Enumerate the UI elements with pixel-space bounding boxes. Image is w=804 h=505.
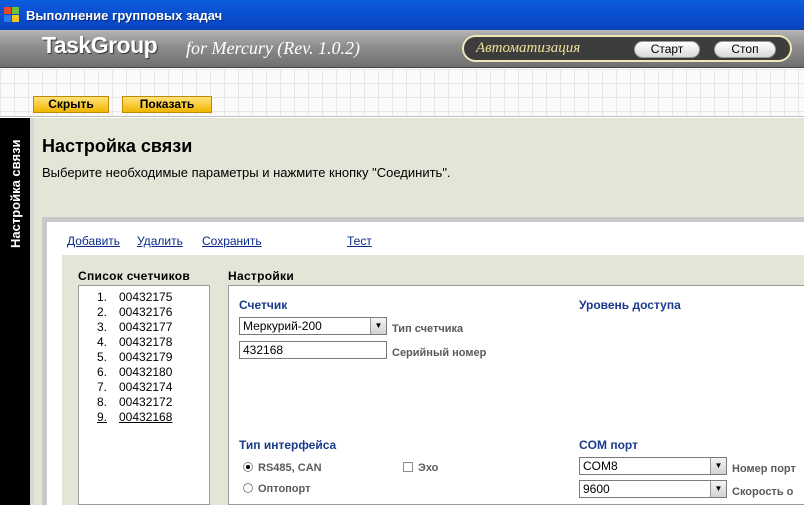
sidebar-tab-label: Настройка связи (8, 139, 23, 248)
com-port-section-title: COM порт (579, 438, 638, 452)
serial-number-input[interactable]: 432168 (239, 341, 387, 359)
meter-type-hint: Тип счетчика (392, 323, 464, 335)
baud-rate-value: 9600 (583, 482, 610, 496)
radio-empty-icon (243, 483, 253, 493)
checkbox-icon (403, 462, 413, 472)
app-header: TaskGroup for Mercury (Rev. 1.0.2) Автом… (0, 30, 804, 68)
page-title: Настройка связи (42, 136, 193, 156)
show-button[interactable]: Показать (122, 96, 212, 113)
com-port-value: COM8 (583, 459, 618, 473)
chevron-down-icon[interactable]: ▼ (710, 481, 726, 497)
settings-panel: Счетчик Меркурий-200 ▼ Тип счетчика 4321… (228, 285, 804, 505)
chevron-down-icon[interactable]: ▼ (370, 318, 386, 334)
meter-section-title: Счетчик (239, 298, 288, 312)
interface-optoport-label: Оптопорт (258, 483, 311, 495)
save-link[interactable]: Сохранить (202, 234, 262, 248)
com-port-hint: Номер порт (732, 463, 796, 475)
serial-number-hint: Серийный номер (392, 347, 487, 359)
interface-section-title: Тип интерфейса (239, 438, 337, 452)
echo-label: Эхо (418, 462, 439, 474)
meter-list[interactable]: 1. 00432175 2. 00432176 3. 00432177 4. 0… (78, 285, 210, 505)
automation-label: Автоматизация (476, 40, 581, 56)
settings-title: Настройки (228, 269, 295, 283)
test-link[interactable]: Тест (347, 234, 372, 248)
automation-panel: Автоматизация Старт Стоп (462, 35, 792, 62)
echo-checkbox[interactable]: Эхо (403, 462, 438, 474)
add-link[interactable]: Добавить (67, 234, 120, 248)
com-port-select[interactable]: COM8 ▼ (579, 457, 727, 475)
main-panel: Настройка связи Выберите необходимые пар… (34, 118, 804, 505)
access-level-section-title: Уровень доступа (579, 298, 681, 312)
radio-selected-icon (243, 462, 253, 472)
baud-rate-select[interactable]: 9600 ▼ (579, 480, 727, 498)
window-title-bar: Выполнение групповых задач (0, 0, 804, 30)
content-area: Добавить Удалить Сохранить Тест Список с… (47, 222, 804, 505)
toolbar: Скрыть Показать (0, 69, 804, 117)
interface-rs485-label: RS485, CAN (258, 462, 322, 474)
baud-rate-hint: Скорость о (732, 486, 794, 498)
product-name: for Mercury (Rev. 1.0.2) (186, 38, 360, 58)
app-icon (4, 7, 20, 23)
window-title: Выполнение групповых задач (26, 7, 223, 23)
meter-type-select[interactable]: Меркурий-200 ▼ (239, 317, 387, 335)
meter-type-value: Меркурий-200 (243, 319, 322, 333)
stop-button[interactable]: Стоп (714, 41, 776, 58)
chevron-down-icon[interactable]: ▼ (710, 458, 726, 474)
meter-list-title: Список счетчиков (78, 269, 191, 283)
content-frame: Добавить Удалить Сохранить Тест Список с… (42, 217, 804, 505)
hide-button[interactable]: Скрыть (33, 96, 109, 113)
interface-rs485-radio[interactable]: RS485, CAN (243, 462, 322, 474)
settings-container: Список счетчиков 1. 00432175 2. 00432176… (62, 255, 804, 505)
app-logo: TaskGroup (42, 32, 158, 58)
delete-link[interactable]: Удалить (137, 234, 183, 248)
interface-optoport-radio[interactable]: Оптопорт (243, 483, 311, 495)
sidebar-tab-connection[interactable]: Настройка связи (0, 118, 30, 505)
start-button[interactable]: Старт (634, 41, 700, 58)
page-description: Выберите необходимые параметры и нажмите… (42, 165, 451, 180)
